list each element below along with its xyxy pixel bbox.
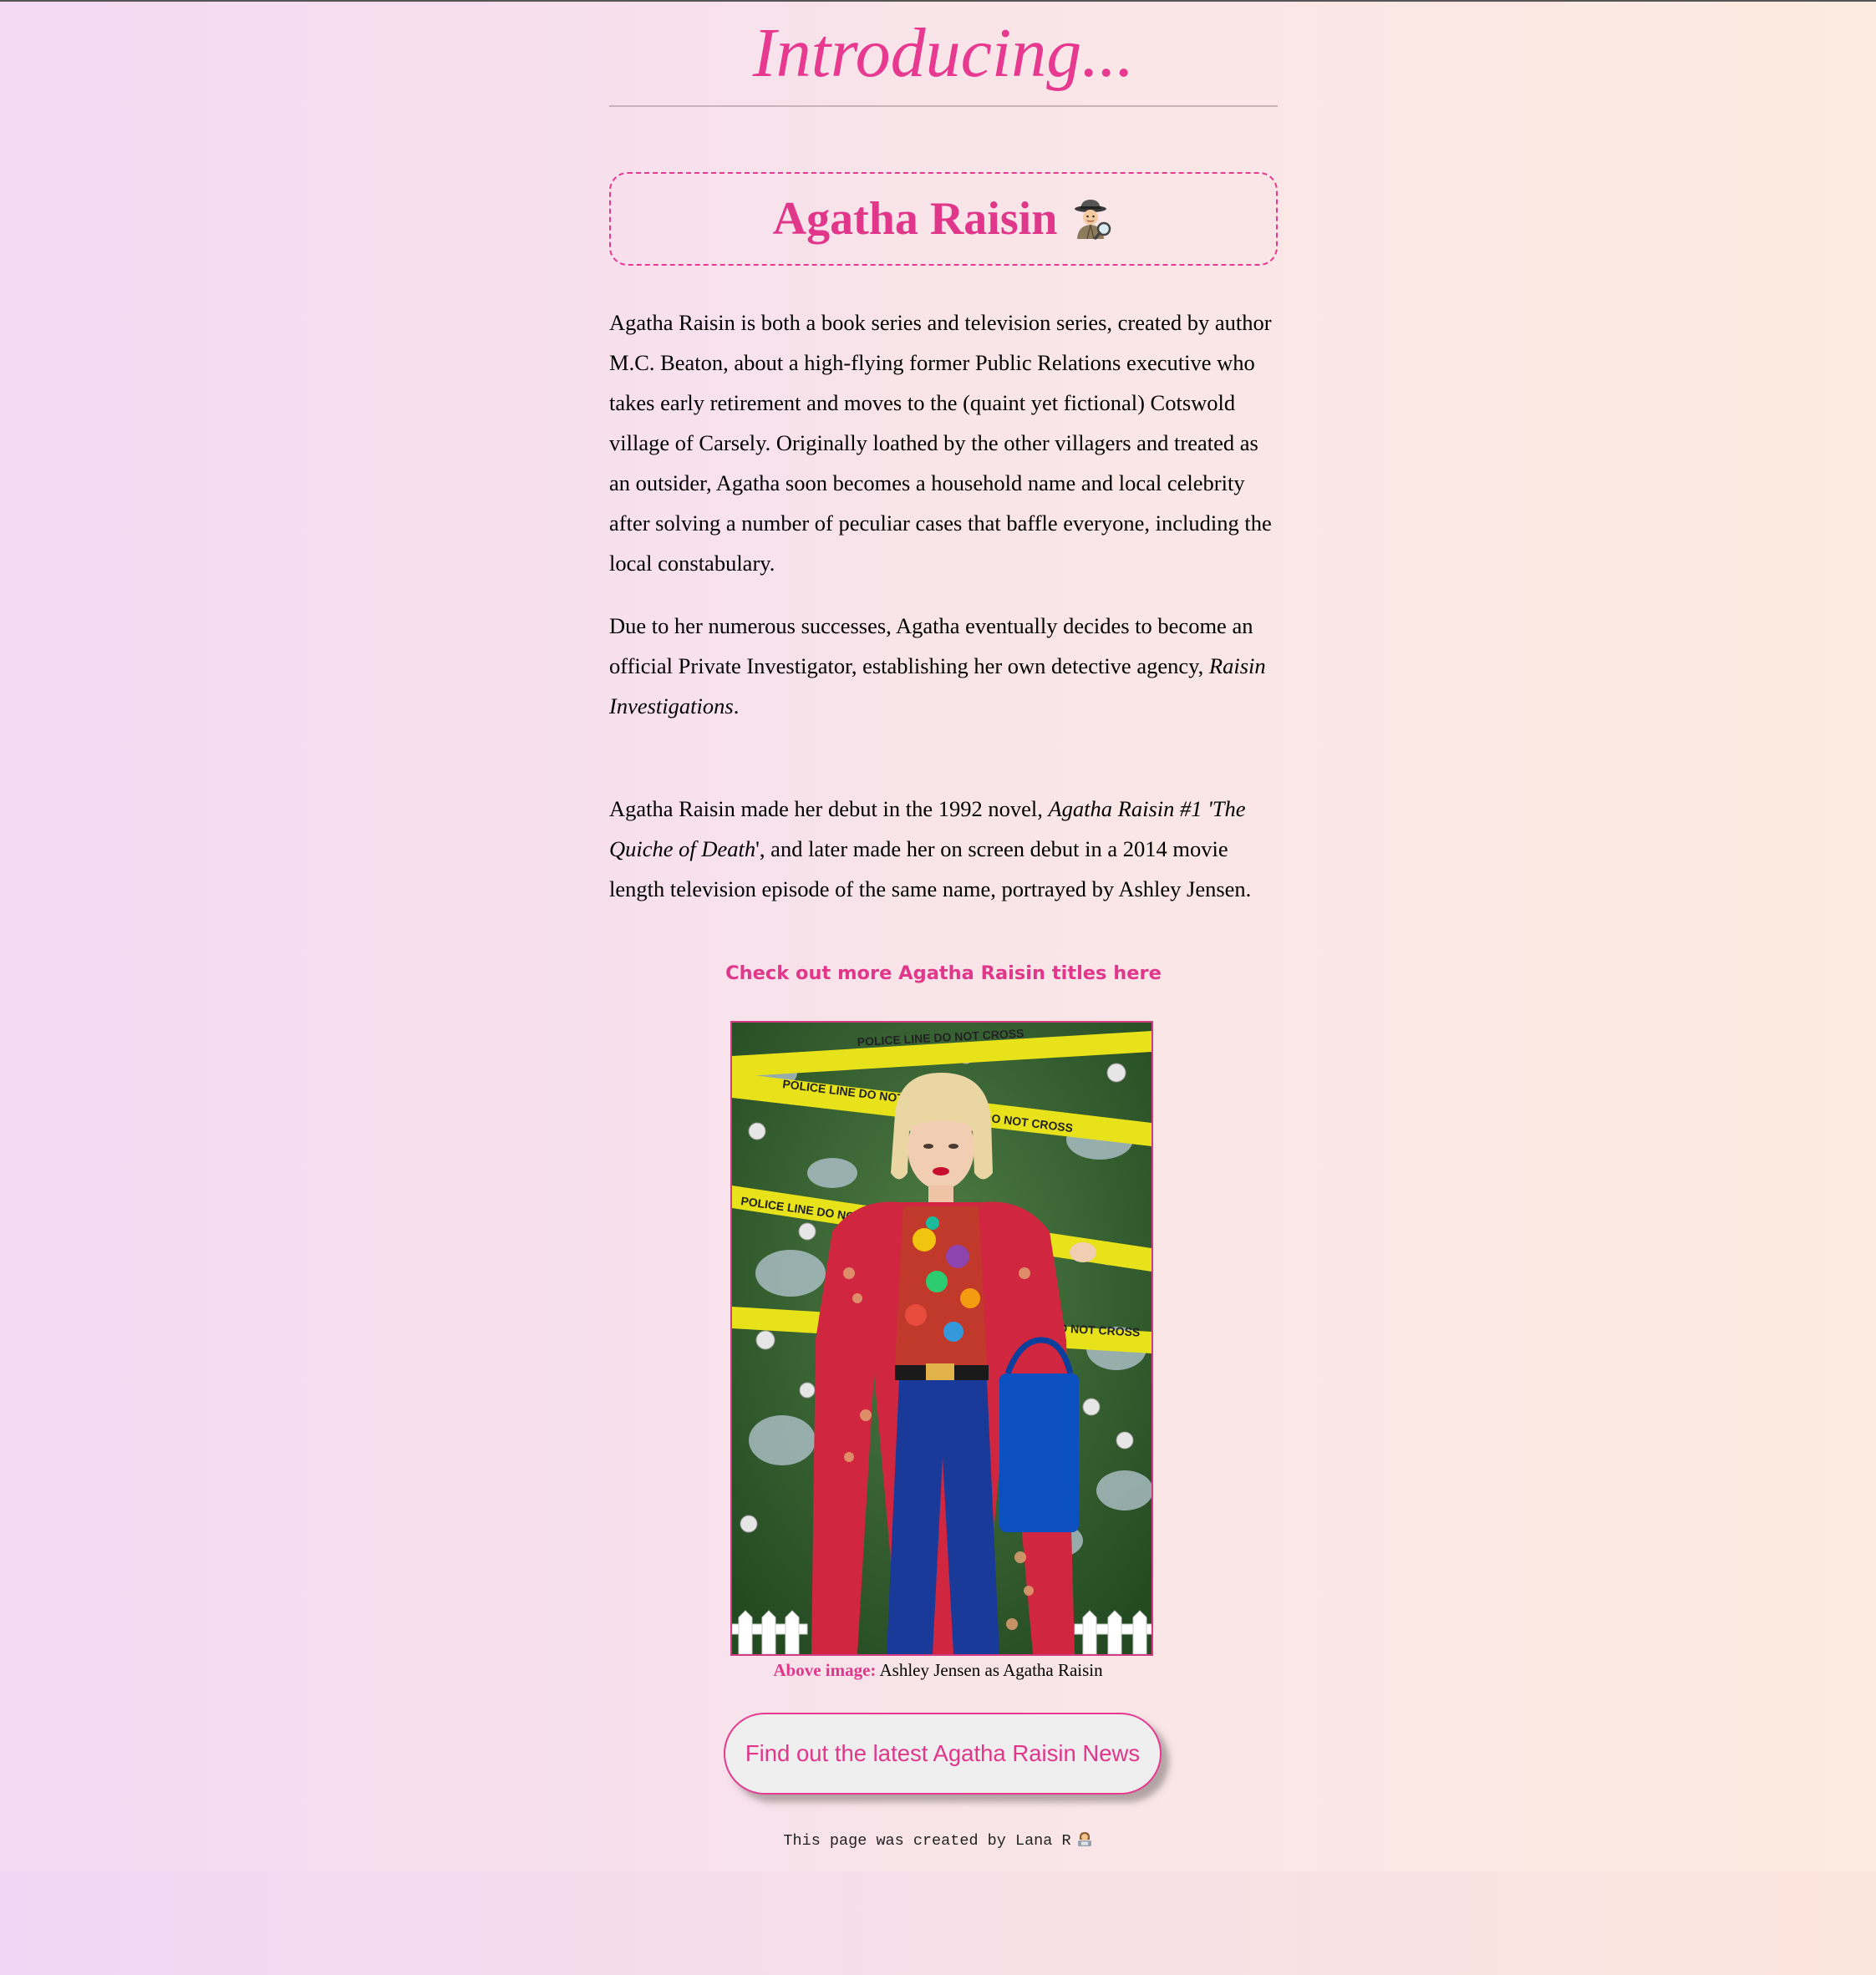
page-footer: This page was created by Lana R: [0, 1830, 1876, 1850]
agency-text: Due to her numerous successes, Agatha ev…: [609, 613, 1253, 678]
agency-end: .: [733, 693, 740, 718]
photo-illustration: POLICE LINE DO NOT CROSS POLICE LINE DO …: [732, 1023, 1152, 1654]
caption-text: Ashley Jensen as Agatha Raisin: [876, 1660, 1103, 1680]
agency-paragraph: Due to her numerous successes, Agatha ev…: [609, 606, 1278, 726]
debut-paragraph: Agatha Raisin made her debut in the 1992…: [609, 789, 1278, 909]
more-titles-link[interactable]: Check out more Agatha Raisin titles here: [609, 962, 1278, 984]
footer-credit: This page was created by Lana R: [783, 1832, 1071, 1850]
page-background-lower: [0, 1871, 1876, 1975]
latest-news-button[interactable]: Find out the latest Agatha Raisin News: [724, 1713, 1162, 1795]
agatha-raisin-photo: POLICE LINE DO NOT CROSS POLICE LINE DO …: [730, 1021, 1153, 1656]
debut-text: Agatha Raisin made her debut in the 1992…: [609, 796, 1049, 821]
main-content: Introducing... Agatha Raisin Agatha Rais…: [609, 2, 1278, 984]
character-name-heading: Agatha Raisin: [773, 192, 1115, 246]
character-name: Agatha Raisin: [772, 193, 1058, 245]
page-title: Introducing...: [752, 14, 1135, 92]
caption-label: Above image:: [773, 1660, 877, 1680]
photo-caption: Above image: Ashley Jensen as Agatha Rai…: [0, 1658, 1876, 1682]
intro-paragraph: Agatha Raisin is both a book series and …: [609, 310, 1272, 576]
detective-icon: [1070, 197, 1114, 241]
title-divider: [609, 105, 1278, 107]
name-banner: Agatha Raisin: [609, 172, 1278, 266]
woman-technologist-icon: [1076, 1830, 1093, 1847]
